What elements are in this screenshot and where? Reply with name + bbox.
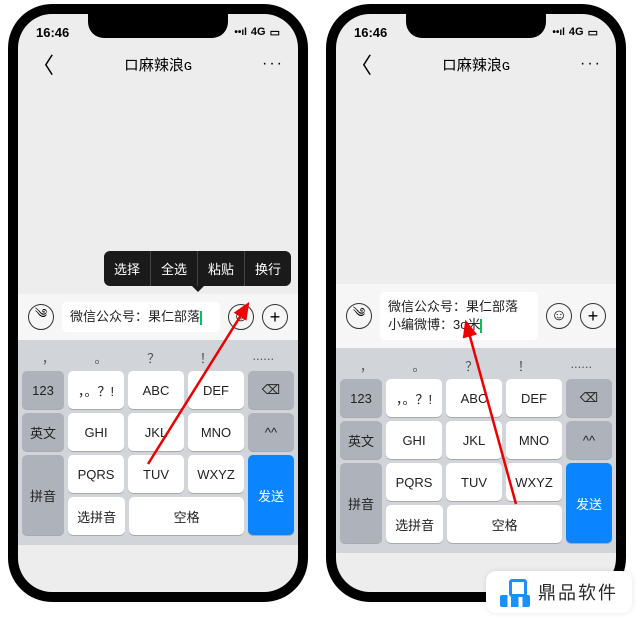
watermark: 鼎品软件: [486, 571, 632, 613]
key-ghi[interactable]: GHI: [386, 421, 442, 459]
key-pinyin[interactable]: 拼音: [22, 455, 64, 535]
menu-select-all[interactable]: 全选: [151, 251, 198, 286]
phone-left: 16:46 ••ıl4G▭ 〈 ロ麻辣浪ɢ ··· 选择 全选 粘贴 换行 ༄ …: [8, 4, 308, 602]
notch: [88, 14, 228, 38]
key-select-pinyin[interactable]: 选拼音: [68, 497, 125, 535]
menu-newline[interactable]: 换行: [245, 251, 291, 286]
key-send[interactable]: 发送: [248, 455, 294, 535]
emoji-icon[interactable]: ☺: [228, 304, 254, 330]
key-punct[interactable]: ，。？!: [386, 379, 442, 417]
key-lang[interactable]: 英文: [340, 421, 382, 459]
key-abc[interactable]: ABC: [128, 371, 184, 409]
chat-area: [336, 84, 616, 284]
candidate-row[interactable]: ，。？！......: [340, 352, 612, 379]
plus-icon[interactable]: +: [580, 303, 606, 329]
key-delete[interactable]: ⌫: [248, 371, 294, 409]
key-space[interactable]: 空格: [447, 505, 562, 543]
keyboard: ，。？！...... 123 英文 拼音 ，。？!ABCDEF GHIJKLMN…: [336, 348, 616, 553]
text-input[interactable]: 微信公众号：果仁部落小编微博：3o米: [380, 292, 538, 340]
back-button[interactable]: 〈: [350, 48, 372, 80]
emoji-icon[interactable]: ☺: [546, 303, 572, 329]
chat-title: ロ麻辣浪ɢ: [442, 54, 510, 75]
key-ghi[interactable]: GHI: [68, 413, 124, 451]
context-menu: 选择 全选 粘贴 换行: [104, 251, 291, 286]
key-select-pinyin[interactable]: 选拼音: [386, 505, 443, 543]
key-pqrs[interactable]: PQRS: [68, 455, 124, 493]
notch: [406, 14, 546, 38]
voice-icon[interactable]: ༄: [346, 303, 372, 329]
time: 16:46: [36, 25, 69, 40]
key-jkl[interactable]: JKL: [128, 413, 184, 451]
input-bar: ༄ 微信公众号：果仁部落 ☺ +: [18, 294, 298, 340]
key-delete[interactable]: ⌫: [566, 379, 612, 417]
chat-title: ロ麻辣浪ɢ: [124, 54, 192, 75]
voice-icon[interactable]: ༄: [28, 304, 54, 330]
key-def[interactable]: DEF: [188, 371, 244, 409]
input-bar: ༄ 微信公众号：果仁部落小编微博：3o米 ☺ +: [336, 284, 616, 348]
nav-bar: 〈 ロ麻辣浪ɢ ···: [336, 44, 616, 84]
more-button[interactable]: ···: [580, 55, 602, 73]
watermark-text: 鼎品软件: [538, 579, 618, 605]
key-wxyz[interactable]: WXYZ: [188, 455, 244, 493]
text-input[interactable]: 微信公众号：果仁部落: [62, 302, 220, 332]
key-tuv[interactable]: TUV: [128, 455, 184, 493]
key-pqrs[interactable]: PQRS: [386, 463, 442, 501]
candidate-row[interactable]: ，。？！......: [22, 344, 294, 371]
back-button[interactable]: 〈: [32, 48, 54, 80]
phone-right: 16:46 ••ıl4G▭ 〈 ロ麻辣浪ɢ ··· ༄ 微信公众号：果仁部落小编…: [326, 4, 626, 602]
menu-paste[interactable]: 粘贴: [198, 251, 245, 286]
key-space[interactable]: 空格: [129, 497, 244, 535]
watermark-logo-icon: [500, 577, 530, 607]
plus-icon[interactable]: +: [262, 304, 288, 330]
key-123[interactable]: 123: [22, 371, 64, 409]
key-abc[interactable]: ABC: [446, 379, 502, 417]
key-symbol[interactable]: ^^: [566, 421, 612, 459]
key-wxyz[interactable]: WXYZ: [506, 463, 562, 501]
key-tuv[interactable]: TUV: [446, 463, 502, 501]
key-123[interactable]: 123: [340, 379, 382, 417]
key-mno[interactable]: MNO: [188, 413, 244, 451]
key-send[interactable]: 发送: [566, 463, 612, 543]
menu-select[interactable]: 选择: [104, 251, 151, 286]
key-def[interactable]: DEF: [506, 379, 562, 417]
more-button[interactable]: ···: [262, 55, 284, 73]
key-pinyin[interactable]: 拼音: [340, 463, 382, 543]
network: 4G: [569, 26, 584, 38]
network: 4G: [251, 26, 266, 38]
key-punct[interactable]: ，。？!: [68, 371, 124, 409]
time: 16:46: [354, 25, 387, 40]
nav-bar: 〈 ロ麻辣浪ɢ ···: [18, 44, 298, 84]
key-jkl[interactable]: JKL: [446, 421, 502, 459]
keyboard: ，。？！...... 123 英文 拼音 ，。？!ABCDEF GHIJKLMN…: [18, 340, 298, 545]
key-symbol[interactable]: ^^: [248, 413, 294, 451]
chat-area: 选择 全选 粘贴 换行: [18, 84, 298, 294]
key-lang[interactable]: 英文: [22, 413, 64, 451]
key-mno[interactable]: MNO: [506, 421, 562, 459]
